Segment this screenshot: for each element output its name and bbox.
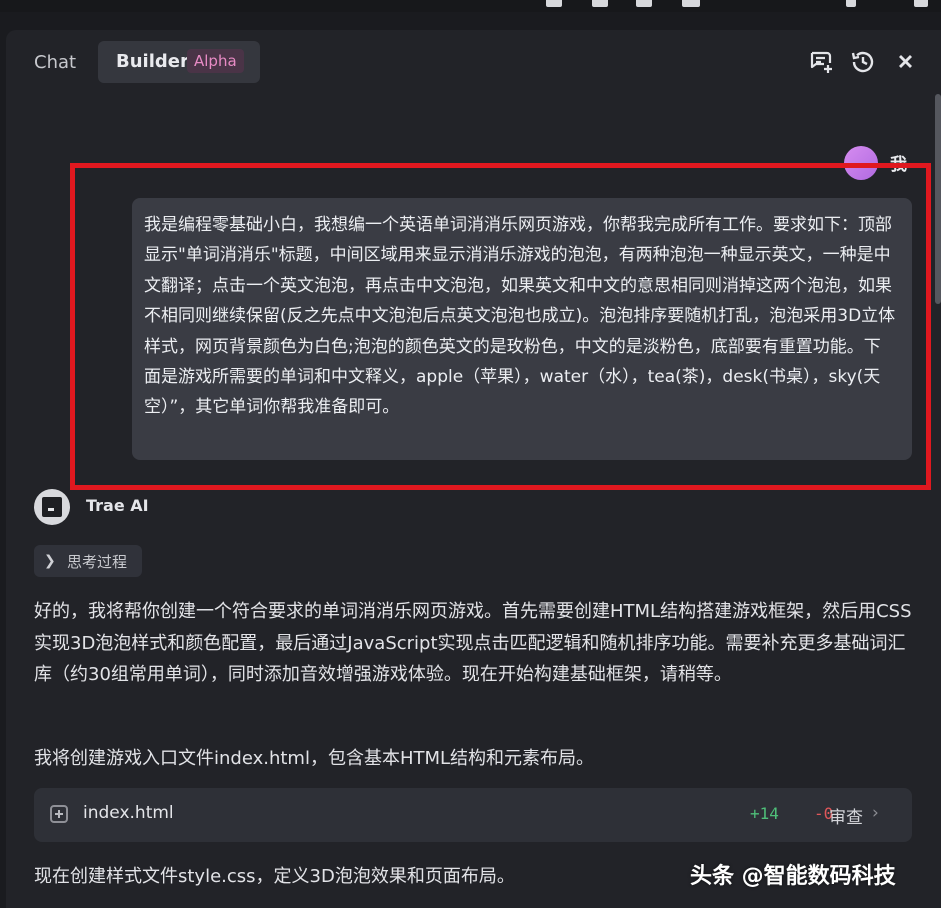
plus-square-icon[interactable] [50, 805, 68, 823]
assistant-paragraph: 现在创建样式文件style.css，定义3D泡泡效果和页面布局。 [34, 866, 515, 887]
thinking-label: 思考过程 [67, 553, 128, 571]
assistant-avatar [34, 489, 70, 525]
toolbar-panel-icon[interactable] [592, 0, 608, 7]
assistant-paragraph: 我将创建游戏入口文件index.html，包含基本HTML结构和元素布局。 [34, 748, 595, 769]
file-name[interactable]: index.html [83, 803, 174, 823]
window-top-strip [0, 0, 941, 12]
tab-builder-label: Builder [116, 51, 189, 72]
assistant-name: Trae AI [86, 496, 149, 515]
chevron-right-icon: ❯ [44, 553, 56, 569]
tab-builder[interactable]: Builder Alpha [98, 41, 260, 83]
tab-chat[interactable]: Chat [34, 50, 76, 76]
review-button[interactable]: 审查 [829, 803, 863, 828]
scrollbar[interactable] [935, 94, 941, 304]
trae-logo-icon [42, 497, 62, 517]
history-icon[interactable] [849, 48, 877, 76]
toolbar-layout-icon[interactable] [546, 0, 562, 7]
alpha-badge: Alpha [187, 49, 244, 73]
chevron-right-icon[interactable]: › [872, 803, 879, 823]
file-change-card[interactable]: index.html +14 -0 审查 › [34, 788, 912, 842]
toolbar-account-icon[interactable] [682, 0, 700, 7]
toolbar-close-icon[interactable] [914, 0, 928, 7]
close-icon[interactable] [892, 48, 920, 76]
assistant-paragraph: 好的，我将帮你创建一个符合要求的单词消消乐网页游戏。首先需要创建HTML结构搭建… [34, 601, 912, 685]
new-chat-icon[interactable] [807, 48, 835, 76]
thinking-process-toggle[interactable]: ❯ 思考过程 [34, 545, 142, 577]
lines-added: +14 [750, 804, 779, 823]
highlight-frame [70, 163, 931, 490]
toolbar-minimize-icon[interactable] [846, 0, 856, 7]
toolbar-split-icon[interactable] [636, 0, 652, 7]
chat-panel: Chat Builder Alpha 我 我是编程零基础小白，我想编一个英语单词… [6, 30, 941, 908]
watermark: 头条 @智能数码科技 [690, 864, 896, 889]
